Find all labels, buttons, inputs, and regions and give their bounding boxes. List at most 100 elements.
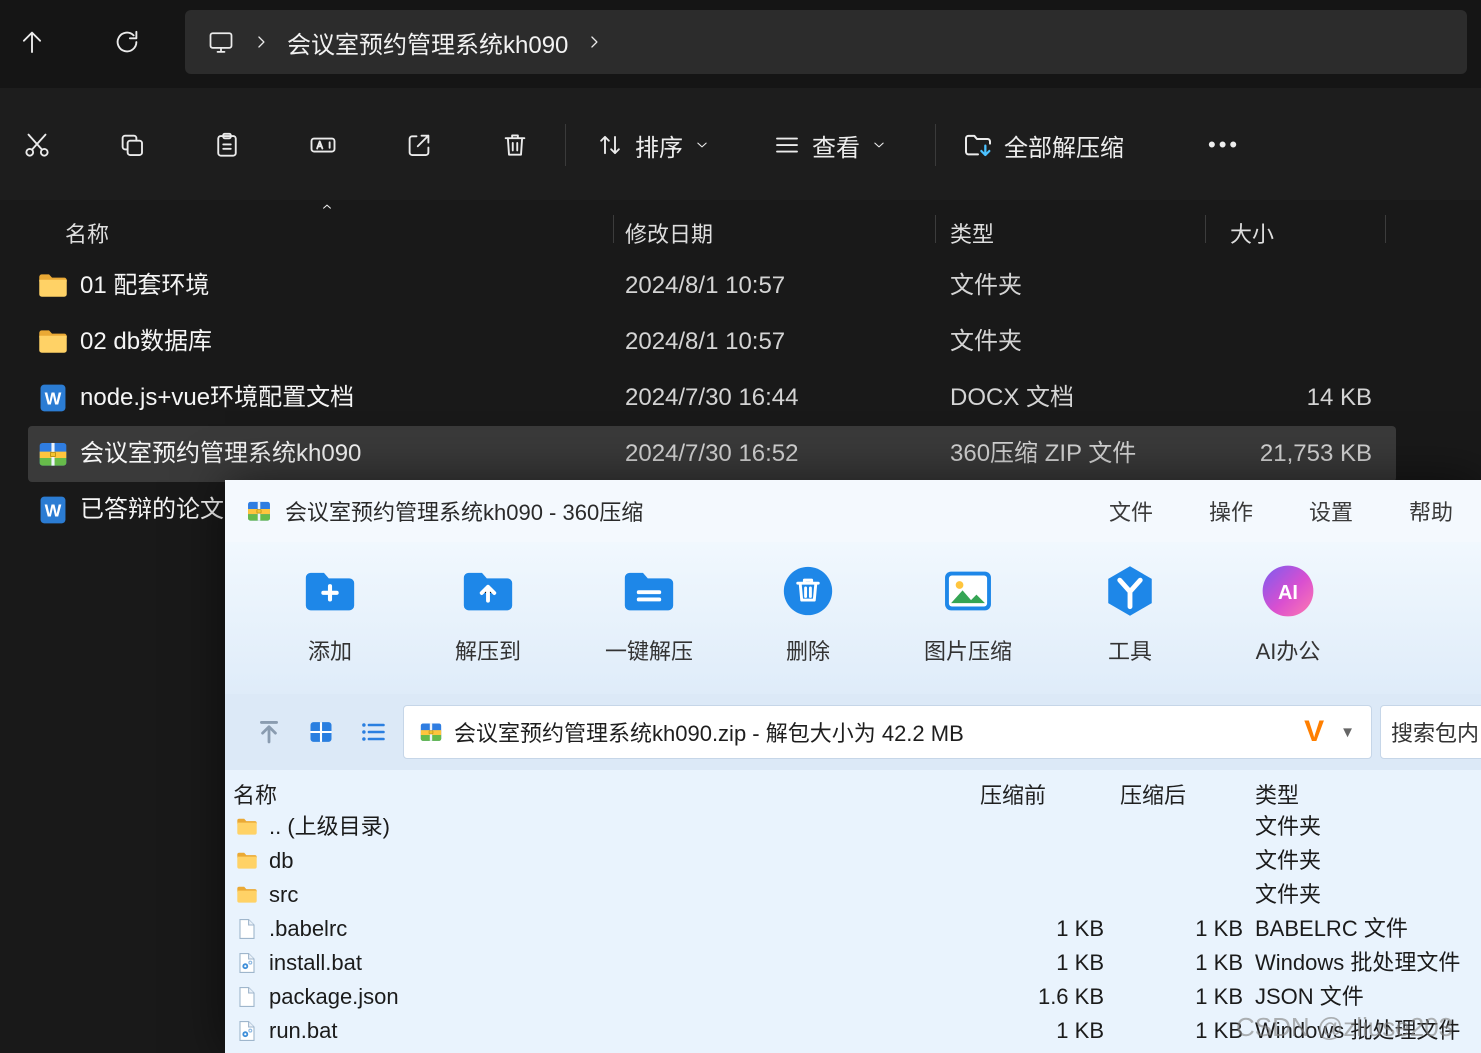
v-logo[interactable]: V [1304,717,1324,747]
archive-row[interactable]: .babelrc 1 KB 1 KB BABELRC 文件 [225,912,1481,946]
file-date: 2024/7/30 16:52 [625,440,799,467]
extract-all-icon [962,129,994,161]
view-icon [772,130,802,160]
refresh-button[interactable] [103,18,151,66]
zip-file-icon [418,719,444,745]
svg-text:W: W [45,501,62,521]
file-row[interactable]: 01 配套环境 2024/8/1 10:57 文件夹 [28,258,1396,314]
sort-label: 排序 [635,134,683,162]
recycle-icon [779,562,837,620]
sort-caret-icon [318,198,336,216]
tool-label: 添加 [307,639,352,664]
file-row[interactable]: W node.js+vue环境配置文档 2024/7/30 16:44 DOCX… [28,370,1396,426]
explorer-column-headers: 名称 修改日期 类型 大小 [0,204,1481,254]
entry-type: 文件夹 [1255,848,1322,873]
entry-type: 文件夹 [1255,814,1322,839]
file-type: DOCX 文档 [950,384,1075,411]
archive-row[interactable]: install.bat 1 KB 1 KB Windows 批处理文件 [225,946,1481,980]
zip-tool-image-compress[interactable]: 图片压缩 [902,562,1034,666]
zip-menu-bar: 文件 操作 设置 帮助 [1109,480,1453,542]
archive-row[interactable]: .. (上级目录) 文件夹 [225,810,1481,844]
paste-button[interactable] [203,121,251,169]
archive-address-bar[interactable]: 会议室预约管理系统kh090.zip - 解包大小为 42.2 MB V ▼ [403,705,1372,759]
list-view-icon[interactable] [359,718,387,746]
tool-label: 解压到 [454,639,521,664]
zip-tool-add[interactable]: 添加 [264,562,396,666]
zip-tool-ai[interactable]: AI AI办公 [1222,562,1354,666]
column-header-name[interactable]: 名称 [65,217,109,249]
cut-button[interactable] [13,121,61,169]
entry-name: .. (上级目录) [269,814,390,839]
copy-icon [117,130,147,160]
archive-path-text: 会议室预约管理系统kh090.zip - 解包大小为 42.2 MB [454,721,964,746]
entry-size-before: 1.6 KB [1037,984,1104,1009]
explorer-command-bar: 排序 查看 全部解压缩 ••• [0,88,1481,200]
folder-icon [235,883,259,907]
chevron-down-icon [693,136,711,154]
entry-size-before: 1 KB [1056,916,1104,941]
archive-row[interactable]: package.json 1.6 KB 1 KB JSON 文件 [225,980,1481,1014]
tool-label: AI办公 [1255,639,1321,664]
zip-column-before[interactable]: 压缩前 [980,778,1046,810]
address-dropdown-icon[interactable]: ▼ [1340,724,1355,741]
menu-settings[interactable]: 设置 [1309,495,1353,527]
search-input[interactable]: 搜索包内 [1380,705,1481,759]
up-level-icon[interactable] [255,718,283,746]
extract-to-icon [459,562,517,620]
sort-button[interactable]: 排序 [585,121,721,169]
menu-file[interactable]: 文件 [1109,495,1153,527]
view-button[interactable]: 查看 [762,121,898,169]
ai-icon: AI [1259,562,1317,620]
file-row[interactable]: 02 db数据库 2024/8/1 10:57 文件夹 [28,314,1396,370]
zip-tool-extract-to[interactable]: 解压到 [422,562,554,666]
zip-column-name[interactable]: 名称 [233,778,277,810]
zip-address-row: 会议室预约管理系统kh090.zip - 解包大小为 42.2 MB V ▼ 搜… [225,694,1481,770]
column-header-type[interactable]: 类型 [950,217,994,249]
file-name: node.js+vue环境配置文档 [80,384,355,411]
column-divider [1385,215,1386,243]
refresh-icon [112,27,142,57]
copy-button[interactable] [108,121,156,169]
archive-row[interactable]: src 文件夹 [225,878,1481,912]
column-header-date[interactable]: 修改日期 [625,217,713,249]
chevron-down-icon [870,136,888,154]
zip-tool-recycle[interactable]: 删除 [742,562,874,666]
chevron-right-icon [251,32,271,52]
rename-button[interactable] [299,121,347,169]
share-button[interactable] [395,121,443,169]
breadcrumb[interactable]: 会议室预约管理系统kh090 [185,10,1467,74]
entry-name: package.json [269,984,399,1009]
file-name: 会议室预约管理系统kh090 [80,440,362,467]
entry-size-after: 1 KB [1195,1018,1243,1043]
file-row[interactable]: 会议室预约管理系统kh090 2024/7/30 16:52 360压缩 ZIP… [28,426,1396,482]
folder-icon [235,815,259,839]
delete-button[interactable] [491,121,539,169]
tool-label: 工具 [1107,639,1152,664]
this-pc-icon [207,28,235,56]
up-button[interactable] [8,18,56,66]
entry-name: run.bat [269,1018,338,1043]
zip-toolbar: 添加 解压到 一键解压 删除 图片压缩 工具 AI AI办公 [225,542,1481,694]
svg-text:AI: AI [1278,582,1298,604]
menu-operate[interactable]: 操作 [1209,495,1253,527]
file-date: 2024/7/30 16:44 [625,384,799,411]
more-button[interactable]: ••• [1196,121,1252,169]
zip-tool-tools[interactable]: 工具 [1064,562,1196,666]
zip-tool-one-click[interactable]: 一键解压 [583,562,715,666]
grid-view-icon[interactable] [307,718,335,746]
file-name: 02 db数据库 [80,328,213,355]
menu-help[interactable]: 帮助 [1409,495,1453,527]
zip-column-after[interactable]: 压缩后 [1120,778,1186,810]
zip-column-type[interactable]: 类型 [1255,778,1299,810]
cut-icon [22,130,52,160]
extract-all-button[interactable]: 全部解压缩 [952,121,1134,169]
up-arrow-icon [17,27,47,57]
file-type: 文件夹 [950,272,1022,299]
view-label: 查看 [812,134,860,162]
chevron-right-icon [584,32,604,52]
archive-row[interactable]: db 文件夹 [225,844,1481,878]
zip-window-titlebar[interactable]: 会议室预约管理系统kh090 - 360压缩 文件 操作 设置 帮助 [225,480,1481,542]
breadcrumb-path[interactable]: 会议室预约管理系统kh090 [287,25,568,60]
entry-size-after: 1 KB [1195,916,1243,941]
column-header-size[interactable]: 大小 [1230,217,1274,249]
